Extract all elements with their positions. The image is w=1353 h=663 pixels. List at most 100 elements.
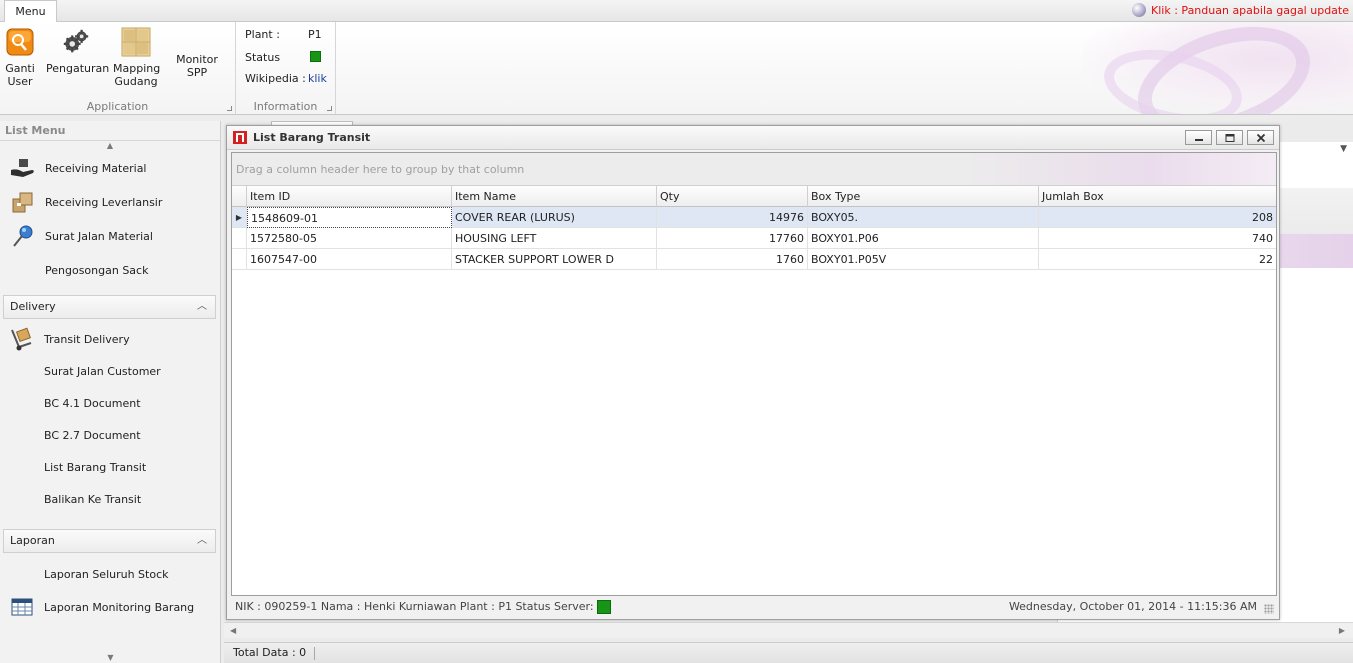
group-by-panel[interactable]: Drag a column header here to group by th… [232,153,1276,186]
cell-qty[interactable]: 17760 [657,228,808,249]
menu-item-balikan-ke-transit[interactable]: Balikan Ke Transit [0,483,220,515]
window-status-bar: NIK : 090259-1 Nama : Henki Kurniawan Pl… [231,597,1277,617]
cell-box-type[interactable]: BOXY05. [808,207,1039,228]
mapping-gudang-label-1: Mapping [113,62,161,75]
chevron-down-icon[interactable]: ▼ [1340,144,1347,154]
menu-item-transit-delivery[interactable]: Transit Delivery [0,323,220,355]
table-row[interactable]: 1572580-05 HOUSING LEFT 17760 BOXY01.P06… [232,228,1276,249]
menu-item-label: Surat Jalan Customer [44,364,161,378]
menu-item-laporan-seluruh-stock[interactable]: Laporan Seluruh Stock [0,557,220,591]
cell-qty[interactable]: 14976 [657,207,808,228]
table-row[interactable]: ▶ 1548609-01 COVER REAR (LURUS) 14976 BO… [232,207,1276,228]
cell-item-name[interactable]: STACKER SUPPORT LOWER D [452,249,657,270]
status-label: Status [245,51,281,64]
server-status-label: Status Server: [515,600,594,613]
cell-item-name[interactable]: COVER REAR (LURUS) [452,207,657,228]
tab-menu[interactable]: Menu [4,0,57,23]
menu-item-label: Laporan Seluruh Stock [44,567,169,581]
monitor-spp-label: Monitor SPP [176,53,218,79]
cell-jumlah-box[interactable]: 22 [1039,249,1276,270]
horizontal-scrollbar[interactable]: ◀ ▶ [224,622,1353,638]
ganti-user-label-2: User [7,75,33,88]
column-header-item-id[interactable]: Item ID [247,186,452,207]
scroll-left-icon[interactable]: ◀ [230,626,236,635]
cell-item-id[interactable]: 1607547-00 [247,249,452,270]
plant-value: P1 [498,600,512,613]
update-guide-link[interactable]: Klik : Panduan apabila gagal update [1132,3,1349,17]
boxes-icon [10,190,36,214]
column-header-box-type[interactable]: Box Type [808,186,1039,207]
menu-item-label: Laporan Monitoring Barang [44,600,195,614]
left-menu-panel: List Menu ▲ Receiving Material Receiving… [0,121,221,663]
orb-icon [1132,3,1147,17]
maximize-button[interactable] [1216,130,1243,145]
app-logo-icon [233,131,247,144]
menu-item-bc27-document[interactable]: BC 2.7 Document [0,419,220,451]
section-laporan-header[interactable]: Laporan ︿ [3,529,216,553]
maximize-icon [1225,133,1234,142]
column-header-item-name[interactable]: Item Name [452,186,657,207]
close-button[interactable] [1247,130,1274,145]
application-launcher-icon[interactable] [227,106,232,111]
scroll-down-icon[interactable]: ▼ [0,653,220,663]
wiki-link[interactable]: klik [308,72,327,85]
menu-item-label: Transit Delivery [44,332,130,346]
chevron-up-icon: ︿ [197,301,207,312]
menu-item-pengosongan-sack[interactable]: Pengosongan Sack [0,253,220,287]
menu-item-label: Surat Jalan Material [45,229,153,243]
menu-item-surat-jalan-customer[interactable]: Surat Jalan Customer [0,355,220,387]
resize-grip-icon[interactable] [1264,604,1274,614]
status-indicator [310,51,321,65]
scroll-up-icon[interactable]: ▲ [0,141,220,151]
pin-icon [10,224,36,248]
menu-item-label: List Barang Transit [44,460,147,474]
menu-item-laporan-monitoring-barang[interactable]: Laporan Monitoring Barang [0,591,220,623]
cell-item-id[interactable]: 1548609-01 [247,207,452,228]
menu-item-receiving-material[interactable]: Receiving Material [0,151,220,185]
wiki-label: Wikipedia : [245,72,306,85]
menu-item-bc41-document[interactable]: BC 4.1 Document [0,387,220,419]
plant-label: Plant : [459,600,495,613]
menu-item-list-barang-transit[interactable]: List Barang Transit [0,451,220,483]
ganti-user-icon [5,26,35,58]
row-indicator-header [232,186,247,207]
cell-box-type[interactable]: BOXY01.P05V [808,249,1039,270]
close-icon [1256,133,1265,142]
cell-box-type[interactable]: BOXY01.P06 [808,228,1039,249]
table-row[interactable]: 1607547-00 STACKER SUPPORT LOWER D 1760 … [232,249,1276,270]
cell-jumlah-box[interactable]: 740 [1039,228,1276,249]
application-group-label: Application [86,100,149,113]
cell-item-name[interactable]: HOUSING LEFT [452,228,657,249]
status-dot-icon [310,51,321,62]
mapping-gudang-button[interactable]: Mapping Gudang [113,26,161,88]
minimize-button[interactable] [1185,130,1212,145]
column-header-jumlah-box[interactable]: Jumlah Box [1039,186,1276,207]
nik-label: NIK : [235,600,261,613]
gears-icon [61,26,91,58]
ganti-user-button[interactable]: Ganti User [3,26,37,88]
update-guide-text: Klik : Panduan apabila gagal update [1151,3,1349,17]
column-header-qty[interactable]: Qty [657,186,808,207]
table-icon [8,595,36,619]
cell-item-id[interactable]: 1572580-05 [247,228,452,249]
menu-item-label: Receiving Material [45,161,147,175]
total-data-text: Total Data : 0 [233,646,307,659]
ribbon-body: Ganti User Pengaturan Mapping Gudang Mon… [0,22,1353,115]
data-grid: Drag a column header here to group by th… [231,152,1277,596]
grid-header: Item ID Item Name Qty Box Type Jumlah Bo… [232,186,1276,207]
cell-qty[interactable]: 1760 [657,249,808,270]
pengaturan-button[interactable]: Pengaturan [46,26,109,75]
menu-item-surat-jalan-material[interactable]: Surat Jalan Material [0,219,220,253]
plant-value: P1 [308,28,322,41]
monitor-spp-button[interactable]: Monitor SPP [165,53,229,79]
warehouse-boxes-icon [121,26,151,58]
section-delivery-header[interactable]: Delivery ︿ [3,295,216,319]
ribbon-tab-bar: Menu Klik : Panduan apabila gagal update [0,0,1353,23]
window-titlebar[interactable]: List Barang Transit [227,126,1279,150]
nik-value: 090259-1 [264,600,318,613]
ribbon-group-application: Ganti User Pengaturan Mapping Gudang Mon… [0,22,236,114]
scroll-right-icon[interactable]: ▶ [1339,626,1345,635]
menu-item-receiving-leverlansir[interactable]: Receiving Leverlansir [0,185,220,219]
information-launcher-icon[interactable] [327,106,332,111]
cell-jumlah-box[interactable]: 208 [1039,207,1276,228]
